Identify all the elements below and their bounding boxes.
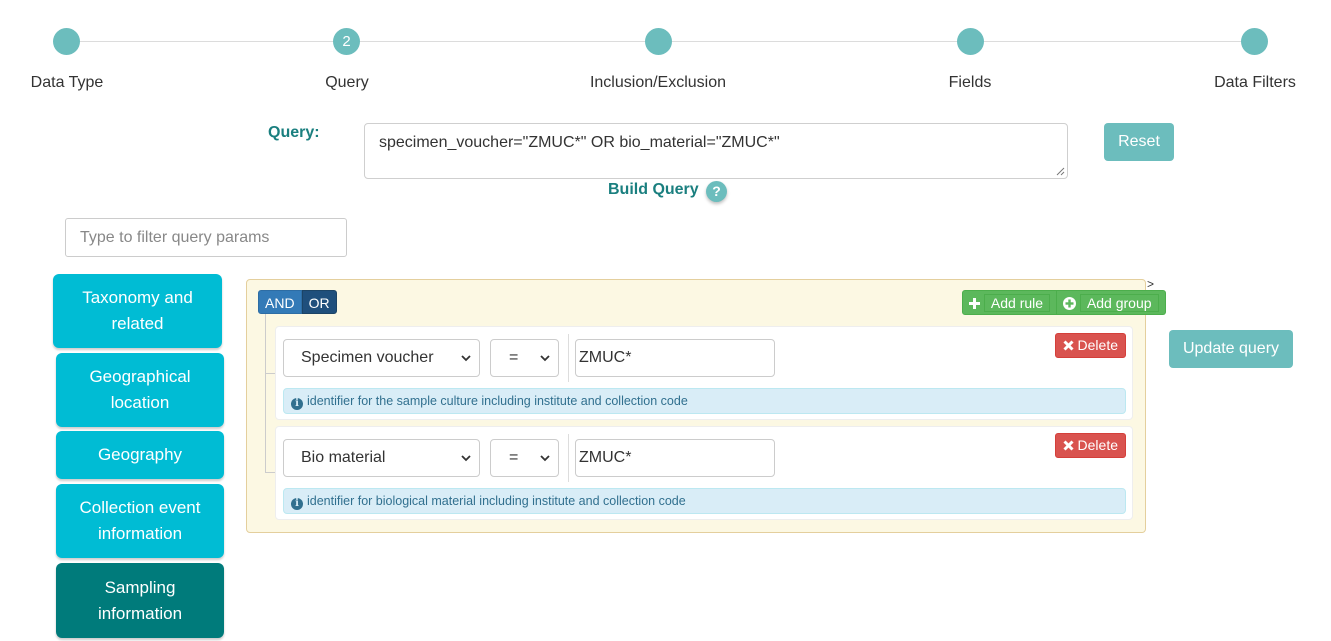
rule-hint-text: identifier for the sample culture includ… xyxy=(307,394,688,408)
info-icon: i xyxy=(291,498,303,510)
add-group-button[interactable]: Add group xyxy=(1057,290,1166,315)
chevron-down-icon xyxy=(540,355,550,362)
info-icon: i xyxy=(291,398,303,410)
help-icon[interactable]: ? xyxy=(706,181,727,202)
chevron-down-icon xyxy=(461,455,471,462)
step-query-label[interactable]: Query xyxy=(325,74,369,92)
tree-branch xyxy=(265,472,275,473)
add-group-label: Add group xyxy=(1079,294,1159,312)
or-button[interactable]: OR xyxy=(301,290,337,314)
sidebar-item-label: Collection event information xyxy=(79,498,201,543)
rule-hint: i identifier for biological material incl… xyxy=(283,488,1126,514)
chevron-down-icon xyxy=(461,355,471,362)
step-fields-dot[interactable] xyxy=(957,28,984,55)
delete-label: Delete xyxy=(1077,337,1118,353)
rule-value-input[interactable]: ZMUC* xyxy=(575,339,775,377)
tree-connector xyxy=(265,314,266,472)
sidebar-item-geography[interactable]: Geography xyxy=(56,431,224,479)
delete-rule-button[interactable]: Delete xyxy=(1054,433,1126,458)
rule-field-value: Specimen voucher xyxy=(301,349,434,366)
rule-value-input[interactable]: ZMUC* xyxy=(575,439,775,477)
chevron-down-icon xyxy=(540,455,550,462)
resize-grip-icon[interactable] xyxy=(1055,166,1065,176)
step-fields-label[interactable]: Fields xyxy=(949,74,992,92)
corner-mark: > xyxy=(1147,277,1155,291)
query-rule: Specimen voucher = ZMUC* Delete i identif… xyxy=(275,326,1133,420)
add-rule-label: Add rule xyxy=(983,294,1051,312)
step-inclusion-exclusion-label[interactable]: Inclusion/Exclusion xyxy=(590,74,726,92)
sidebar-item-collection-event[interactable]: Collection event information xyxy=(56,484,224,558)
divider xyxy=(568,334,569,382)
plus-icon xyxy=(969,298,980,309)
filter-query-params-input[interactable] xyxy=(65,218,347,257)
rule-operator-select[interactable]: = xyxy=(490,439,559,477)
query-textarea[interactable]: specimen_voucher="ZMUC*" OR bio_material… xyxy=(364,123,1068,179)
rule-operator-value: = xyxy=(509,349,519,366)
step-data-type-label[interactable]: Data Type xyxy=(31,74,104,92)
query-label: Query: xyxy=(268,124,320,141)
add-rule-button[interactable]: Add rule xyxy=(962,290,1058,315)
tree-branch xyxy=(265,373,275,374)
build-query-label: Build Query xyxy=(608,181,699,198)
close-icon xyxy=(1063,440,1074,451)
step-inclusion-exclusion-dot[interactable] xyxy=(645,28,672,55)
sidebar-item-geographical-location[interactable]: Geographical location xyxy=(56,353,224,427)
step-data-filters-label[interactable]: Data Filters xyxy=(1214,74,1296,92)
rule-operator-select[interactable]: = xyxy=(490,339,559,377)
rule-field-select[interactable]: Bio material xyxy=(283,439,480,477)
sidebar-item-taxonomy[interactable]: Taxonomy and related xyxy=(53,274,222,348)
rule-hint: i identifier for the sample culture inclu… xyxy=(283,388,1126,414)
rule-hint-text: identifier for biological material inclu… xyxy=(307,494,686,508)
condition-toggle: AND OR xyxy=(258,290,337,314)
plus-circle-icon xyxy=(1063,297,1077,310)
query-text: specimen_voucher="ZMUC*" OR bio_material… xyxy=(379,134,780,151)
query-rule: Bio material = ZMUC* Delete i identifier … xyxy=(275,426,1133,520)
step-query-dot[interactable]: 2 xyxy=(333,28,360,55)
reset-button[interactable]: Reset xyxy=(1104,123,1174,161)
update-query-button[interactable]: Update query xyxy=(1169,330,1293,368)
sidebar-item-label: Geography xyxy=(97,445,183,464)
and-button[interactable]: AND xyxy=(258,290,302,314)
close-icon xyxy=(1063,340,1074,351)
divider xyxy=(568,434,569,482)
step-data-type-dot[interactable] xyxy=(53,28,80,55)
step-data-filters-dot[interactable] xyxy=(1241,28,1268,55)
rule-operator-value: = xyxy=(509,449,519,466)
sidebar-item-sampling-information[interactable]: Sampling information xyxy=(56,563,224,638)
sidebar-item-label: Geographical location xyxy=(89,367,191,412)
add-buttons: Add rule Add group xyxy=(962,290,1166,315)
sidebar-item-label: Taxonomy and related xyxy=(82,288,193,333)
rule-field-value: Bio material xyxy=(301,449,386,466)
rule-field-select[interactable]: Specimen voucher xyxy=(283,339,480,377)
sidebar-item-label: Sampling information xyxy=(97,577,183,623)
delete-label: Delete xyxy=(1077,437,1118,453)
delete-rule-button[interactable]: Delete xyxy=(1054,333,1126,358)
